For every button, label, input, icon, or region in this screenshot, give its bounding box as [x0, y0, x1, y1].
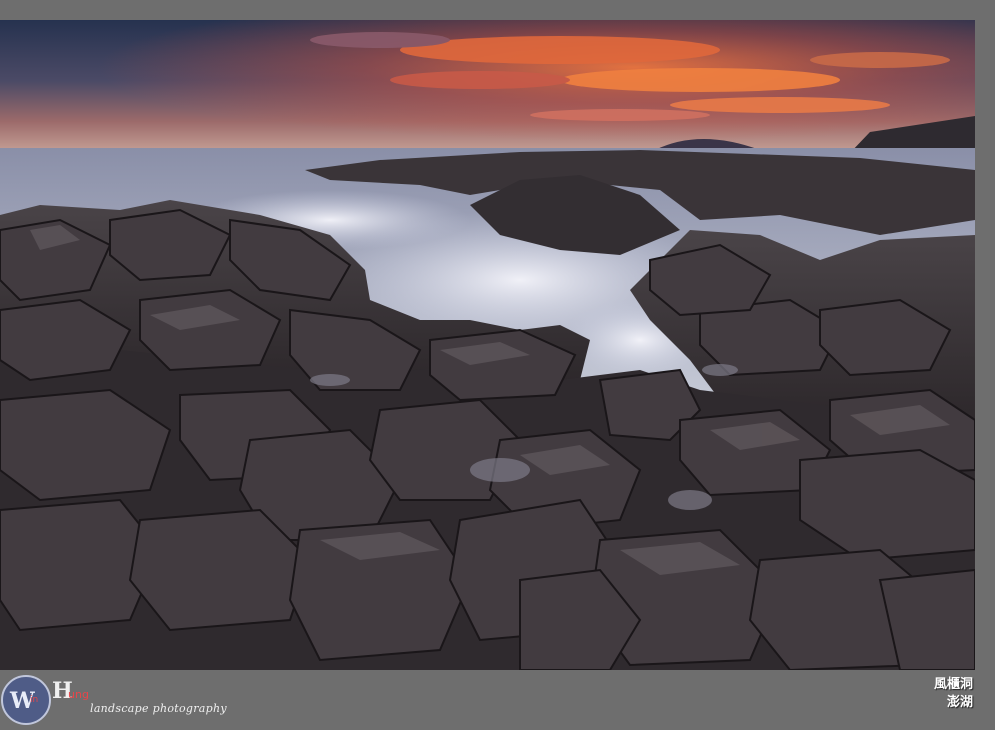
photo-frame: W in H ung landscape photography 風櫃洞 澎湖 — [0, 0, 995, 730]
watermark-tagline: landscape photography — [90, 702, 227, 715]
location-caption: 風櫃洞 澎湖 — [934, 676, 973, 712]
svg-text:ung: ung — [68, 688, 89, 701]
photo-illustration — [0, 20, 975, 670]
landscape-photo — [0, 20, 975, 670]
caption-line-2: 澎湖 — [946, 695, 973, 710]
svg-text:in: in — [30, 695, 38, 705]
photographer-logo: W in H ung — [1, 675, 89, 725]
caption-line-1: 風櫃洞 — [933, 677, 973, 692]
